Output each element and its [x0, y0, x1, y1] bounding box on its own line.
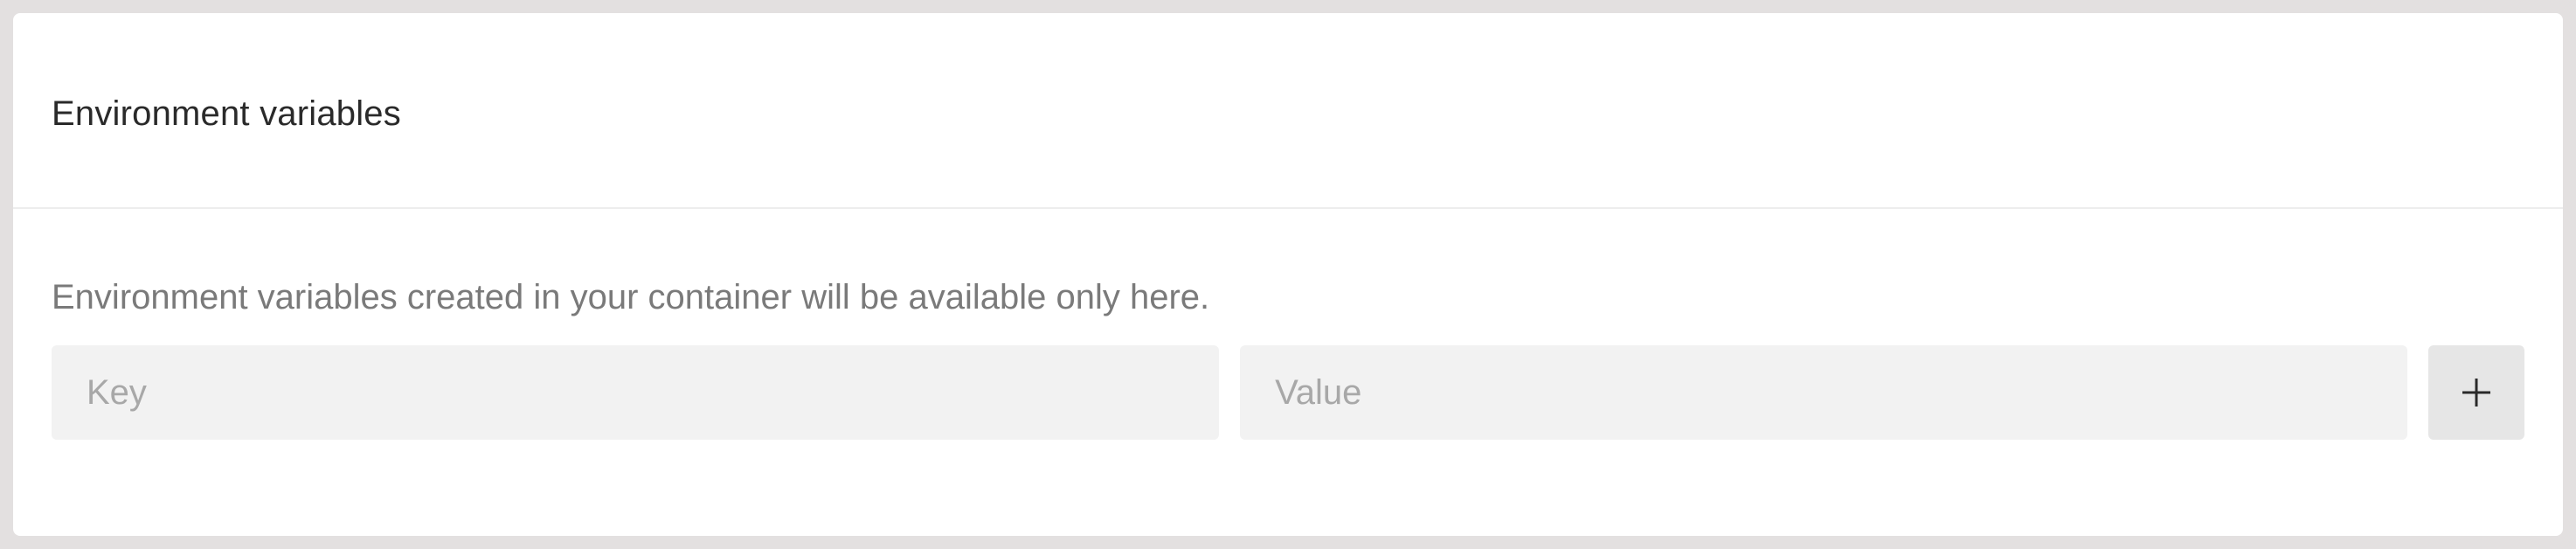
panel-header: Environment variables — [13, 13, 2563, 209]
environment-variables-panel: Environment variables Environment variab… — [13, 13, 2563, 536]
section-description: Environment variables created in your co… — [52, 278, 1210, 316]
section-title: Environment variables — [52, 94, 401, 133]
panel-body: Environment variables created in your co… — [13, 275, 2563, 440]
key-input[interactable] — [52, 345, 1220, 440]
add-variable-button[interactable] — [2428, 345, 2524, 440]
env-var-input-row — [52, 345, 2524, 440]
plus-icon — [2462, 379, 2491, 407]
value-input[interactable] — [1240, 345, 2408, 440]
